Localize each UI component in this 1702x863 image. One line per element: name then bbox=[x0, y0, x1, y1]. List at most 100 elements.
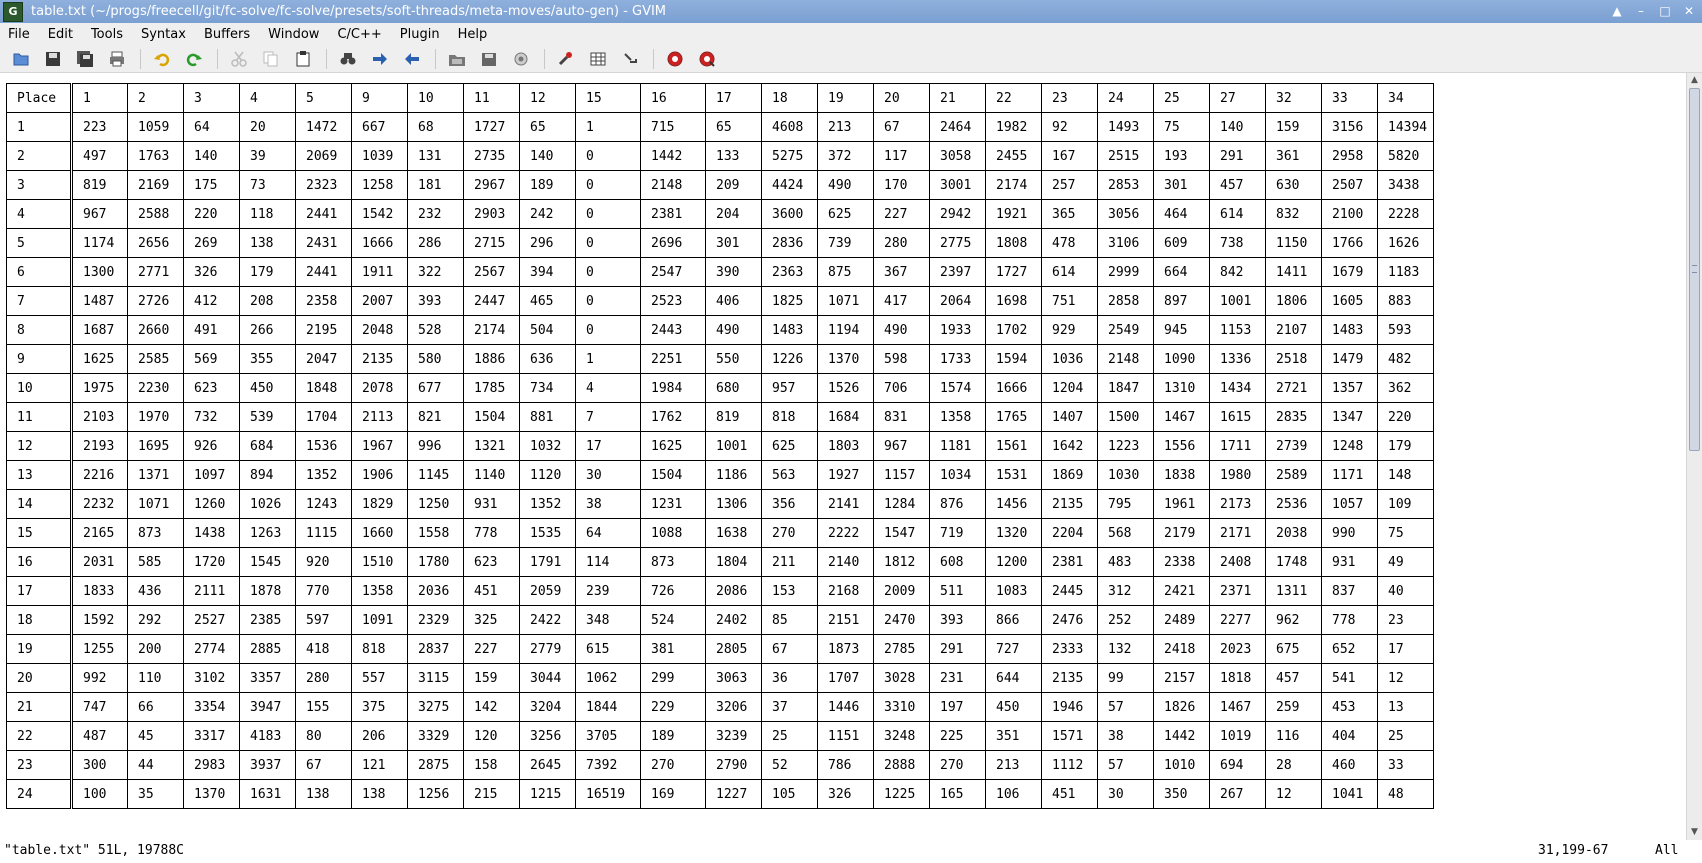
help-icon[interactable] bbox=[662, 47, 688, 71]
save-all-icon[interactable] bbox=[72, 47, 98, 71]
table-cell: 818 bbox=[761, 402, 818, 432]
find-help-icon[interactable] bbox=[694, 47, 720, 71]
table-cell: 153 bbox=[761, 576, 818, 606]
redo-icon[interactable] bbox=[181, 47, 207, 71]
table-cell: 0 bbox=[575, 170, 641, 200]
table-cell: 138 bbox=[295, 779, 352, 809]
table-cell: 557 bbox=[351, 663, 408, 693]
table-cell: 945 bbox=[1153, 315, 1210, 345]
vertical-scrollbar[interactable]: ▲ ▼ bbox=[1686, 73, 1702, 840]
table-cell: 348 bbox=[575, 605, 641, 635]
menu-window[interactable]: Window bbox=[259, 27, 328, 42]
table-cell: 609 bbox=[1153, 228, 1210, 258]
table-cell: 1780 bbox=[407, 547, 464, 577]
close-icon[interactable]: ✕ bbox=[1682, 3, 1696, 19]
table-cell: 2165 bbox=[71, 518, 128, 548]
table-cell: 1153 bbox=[1209, 315, 1266, 345]
table-cell: 1036 bbox=[1041, 344, 1098, 374]
place-cell: 24 bbox=[6, 779, 73, 809]
scroll-down-icon[interactable]: ▼ bbox=[1689, 827, 1700, 838]
table-cell: 1059 bbox=[127, 112, 184, 142]
table-cell: 876 bbox=[929, 489, 986, 519]
table-cell: 1666 bbox=[985, 373, 1042, 403]
table-cell: 1311 bbox=[1265, 576, 1322, 606]
table-cell: 1157 bbox=[873, 460, 930, 490]
table-cell: 1545 bbox=[239, 547, 296, 577]
shell-icon[interactable] bbox=[585, 47, 611, 71]
table-cell: 1727 bbox=[463, 112, 520, 142]
table-cell: 38 bbox=[575, 489, 641, 519]
data-table: Place 1 2 3 4 5 9 10 11 12 15 16 17 18 19 20 21 22 23 24 25 2… bbox=[6, 83, 1434, 809]
menu-syntax[interactable]: Syntax bbox=[132, 27, 195, 42]
menu-tools[interactable]: Tools bbox=[82, 27, 132, 42]
find-next-icon[interactable] bbox=[367, 47, 393, 71]
run-script-icon[interactable] bbox=[508, 47, 534, 71]
gvim-app-icon[interactable]: G bbox=[3, 1, 23, 22]
table-row: 23 300 44 2983 3937 67 121 2875 158 2645 7392 270 27… bbox=[6, 750, 1434, 780]
table-header-cell: 34 bbox=[1377, 83, 1434, 113]
menu-file[interactable]: File bbox=[0, 27, 39, 42]
table-cell: 1358 bbox=[929, 402, 986, 432]
table-cell: 1906 bbox=[351, 460, 408, 490]
table-cell: 2204 bbox=[1041, 518, 1098, 548]
scroll-up-icon[interactable]: ▲ bbox=[1689, 75, 1700, 86]
table-cell: 100 bbox=[71, 779, 128, 809]
table-cell: 460 bbox=[1321, 750, 1378, 780]
table-cell: 1041 bbox=[1321, 779, 1378, 809]
table-cell: 2064 bbox=[929, 286, 986, 316]
menu-edit[interactable]: Edit bbox=[39, 27, 82, 42]
menu-buffers[interactable]: Buffers bbox=[195, 27, 259, 42]
copy-icon[interactable] bbox=[258, 47, 284, 71]
table-cell: 1090 bbox=[1153, 344, 1210, 374]
table-row: 19 1255 200 2774 2885 418 818 2837 227 2779 615 381… bbox=[6, 634, 1434, 664]
maximize-icon[interactable]: □ bbox=[1658, 3, 1672, 19]
paste-icon[interactable] bbox=[290, 47, 316, 71]
minimize-icon[interactable]: – bbox=[1634, 3, 1648, 19]
table-cell: 2515 bbox=[1097, 141, 1154, 171]
shade-icon[interactable]: ▲ bbox=[1610, 3, 1624, 19]
table-cell: 0 bbox=[575, 257, 641, 287]
open-icon[interactable] bbox=[8, 47, 34, 71]
save-session-icon[interactable] bbox=[476, 47, 502, 71]
table-cell: 483 bbox=[1097, 547, 1154, 577]
table-cell: 1231 bbox=[640, 489, 706, 519]
cut-icon[interactable] bbox=[226, 47, 252, 71]
print-icon[interactable] bbox=[104, 47, 130, 71]
table-cell: 1967 bbox=[351, 431, 408, 461]
load-session-icon[interactable] bbox=[444, 47, 470, 71]
menu-c-cpp[interactable]: C/C++ bbox=[328, 27, 390, 42]
table-cell: 738 bbox=[1209, 228, 1266, 258]
table-cell: 3206 bbox=[705, 692, 762, 722]
table-cell: 962 bbox=[1265, 605, 1322, 635]
table-cell: 36 bbox=[761, 663, 818, 693]
table-cell: 3310 bbox=[873, 692, 930, 722]
table-cell: 2408 bbox=[1209, 547, 1266, 577]
table-cell: 1733 bbox=[929, 344, 986, 374]
find-replace-icon[interactable] bbox=[335, 47, 361, 71]
table-cell: 350 bbox=[1153, 779, 1210, 809]
table-cell: 1034 bbox=[929, 460, 986, 490]
place-cell: 19 bbox=[6, 634, 73, 664]
make-icon[interactable] bbox=[553, 47, 579, 71]
menu-plugin[interactable]: Plugin bbox=[391, 27, 449, 42]
menu-help[interactable]: Help bbox=[449, 27, 497, 42]
table-cell: 504 bbox=[519, 315, 576, 345]
table-cell: 270 bbox=[640, 750, 706, 780]
save-icon[interactable] bbox=[40, 47, 66, 71]
table-cell: 1001 bbox=[1209, 286, 1266, 316]
undo-icon[interactable] bbox=[149, 47, 175, 71]
tags-icon[interactable] bbox=[617, 47, 643, 71]
scrollbar-thumb[interactable] bbox=[1689, 88, 1700, 451]
table-cell: 2069 bbox=[295, 141, 352, 171]
find-prev-icon[interactable] bbox=[399, 47, 425, 71]
table-cell: 881 bbox=[519, 402, 576, 432]
table-row: 17 1833 436 2111 1878 770 1358 2036 451 2059 239 72… bbox=[6, 576, 1434, 606]
table-cell: 270 bbox=[929, 750, 986, 780]
toolbar-separator bbox=[140, 48, 141, 69]
cursor-position: 31,199-67 bbox=[1538, 843, 1609, 858]
editor-text-area[interactable]: Place 1 2 3 4 5 9 10 11 12 15 16 17 18 19 20 21 22 23 24 25 2… bbox=[0, 73, 1686, 840]
table-cell: 252 bbox=[1097, 605, 1154, 635]
table-cell: 1255 bbox=[71, 634, 128, 664]
table-header-cell: 10 bbox=[407, 83, 464, 113]
table-cell: 2489 bbox=[1153, 605, 1210, 635]
